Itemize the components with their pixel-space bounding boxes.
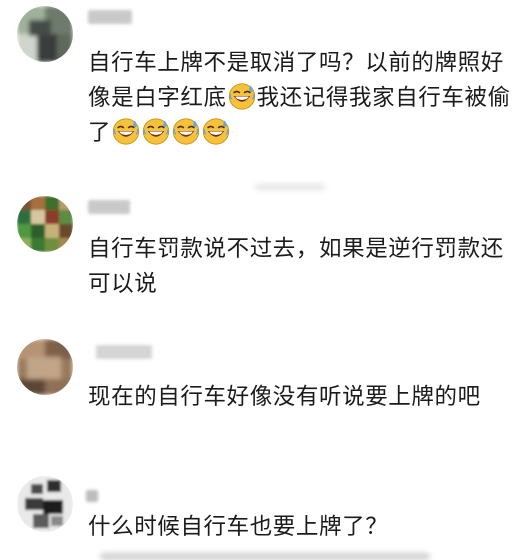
avatar[interactable] (17, 476, 73, 532)
comment-text: 自行车上牌不是取消了吗？以前的牌照好像是白字红底 我还记得我家自行车被偷了 (88, 46, 514, 151)
laughing-sweat-emoji-icon (142, 117, 170, 145)
comment-item: 现在的自行车好像没有听说要上牌的吧 (0, 335, 522, 465)
username[interactable] (96, 345, 152, 359)
laughing-sweat-emoji-icon (228, 82, 256, 110)
comment-item: 什么时候自行车也要上牌了？ (0, 470, 522, 560)
comment-item: 自行车罚款说不过去，如果是逆行罚款还可以说 (0, 190, 522, 330)
username[interactable] (88, 200, 130, 214)
comment-text: 什么时候自行车也要上牌了？ (88, 514, 389, 540)
avatar[interactable] (17, 6, 73, 62)
comment-text: 自行车罚款说不过去，如果是逆行罚款还可以说 (88, 236, 504, 297)
avatar[interactable] (17, 339, 73, 395)
username[interactable] (88, 10, 132, 24)
username[interactable] (86, 490, 98, 502)
comment-text: 现在的自行车好像没有听说要上牌的吧 (88, 384, 481, 410)
cropped-next-comment (100, 553, 430, 560)
comment-item: 自行车上牌不是取消了吗？以前的牌照好像是白字红底 我还记得我家自行车被偷了 (0, 0, 522, 190)
laughing-sweat-emoji-icon (172, 117, 200, 145)
laughing-sweat-emoji-icon (202, 117, 230, 145)
laughing-sweat-emoji-icon (112, 117, 140, 145)
avatar[interactable] (17, 196, 73, 252)
